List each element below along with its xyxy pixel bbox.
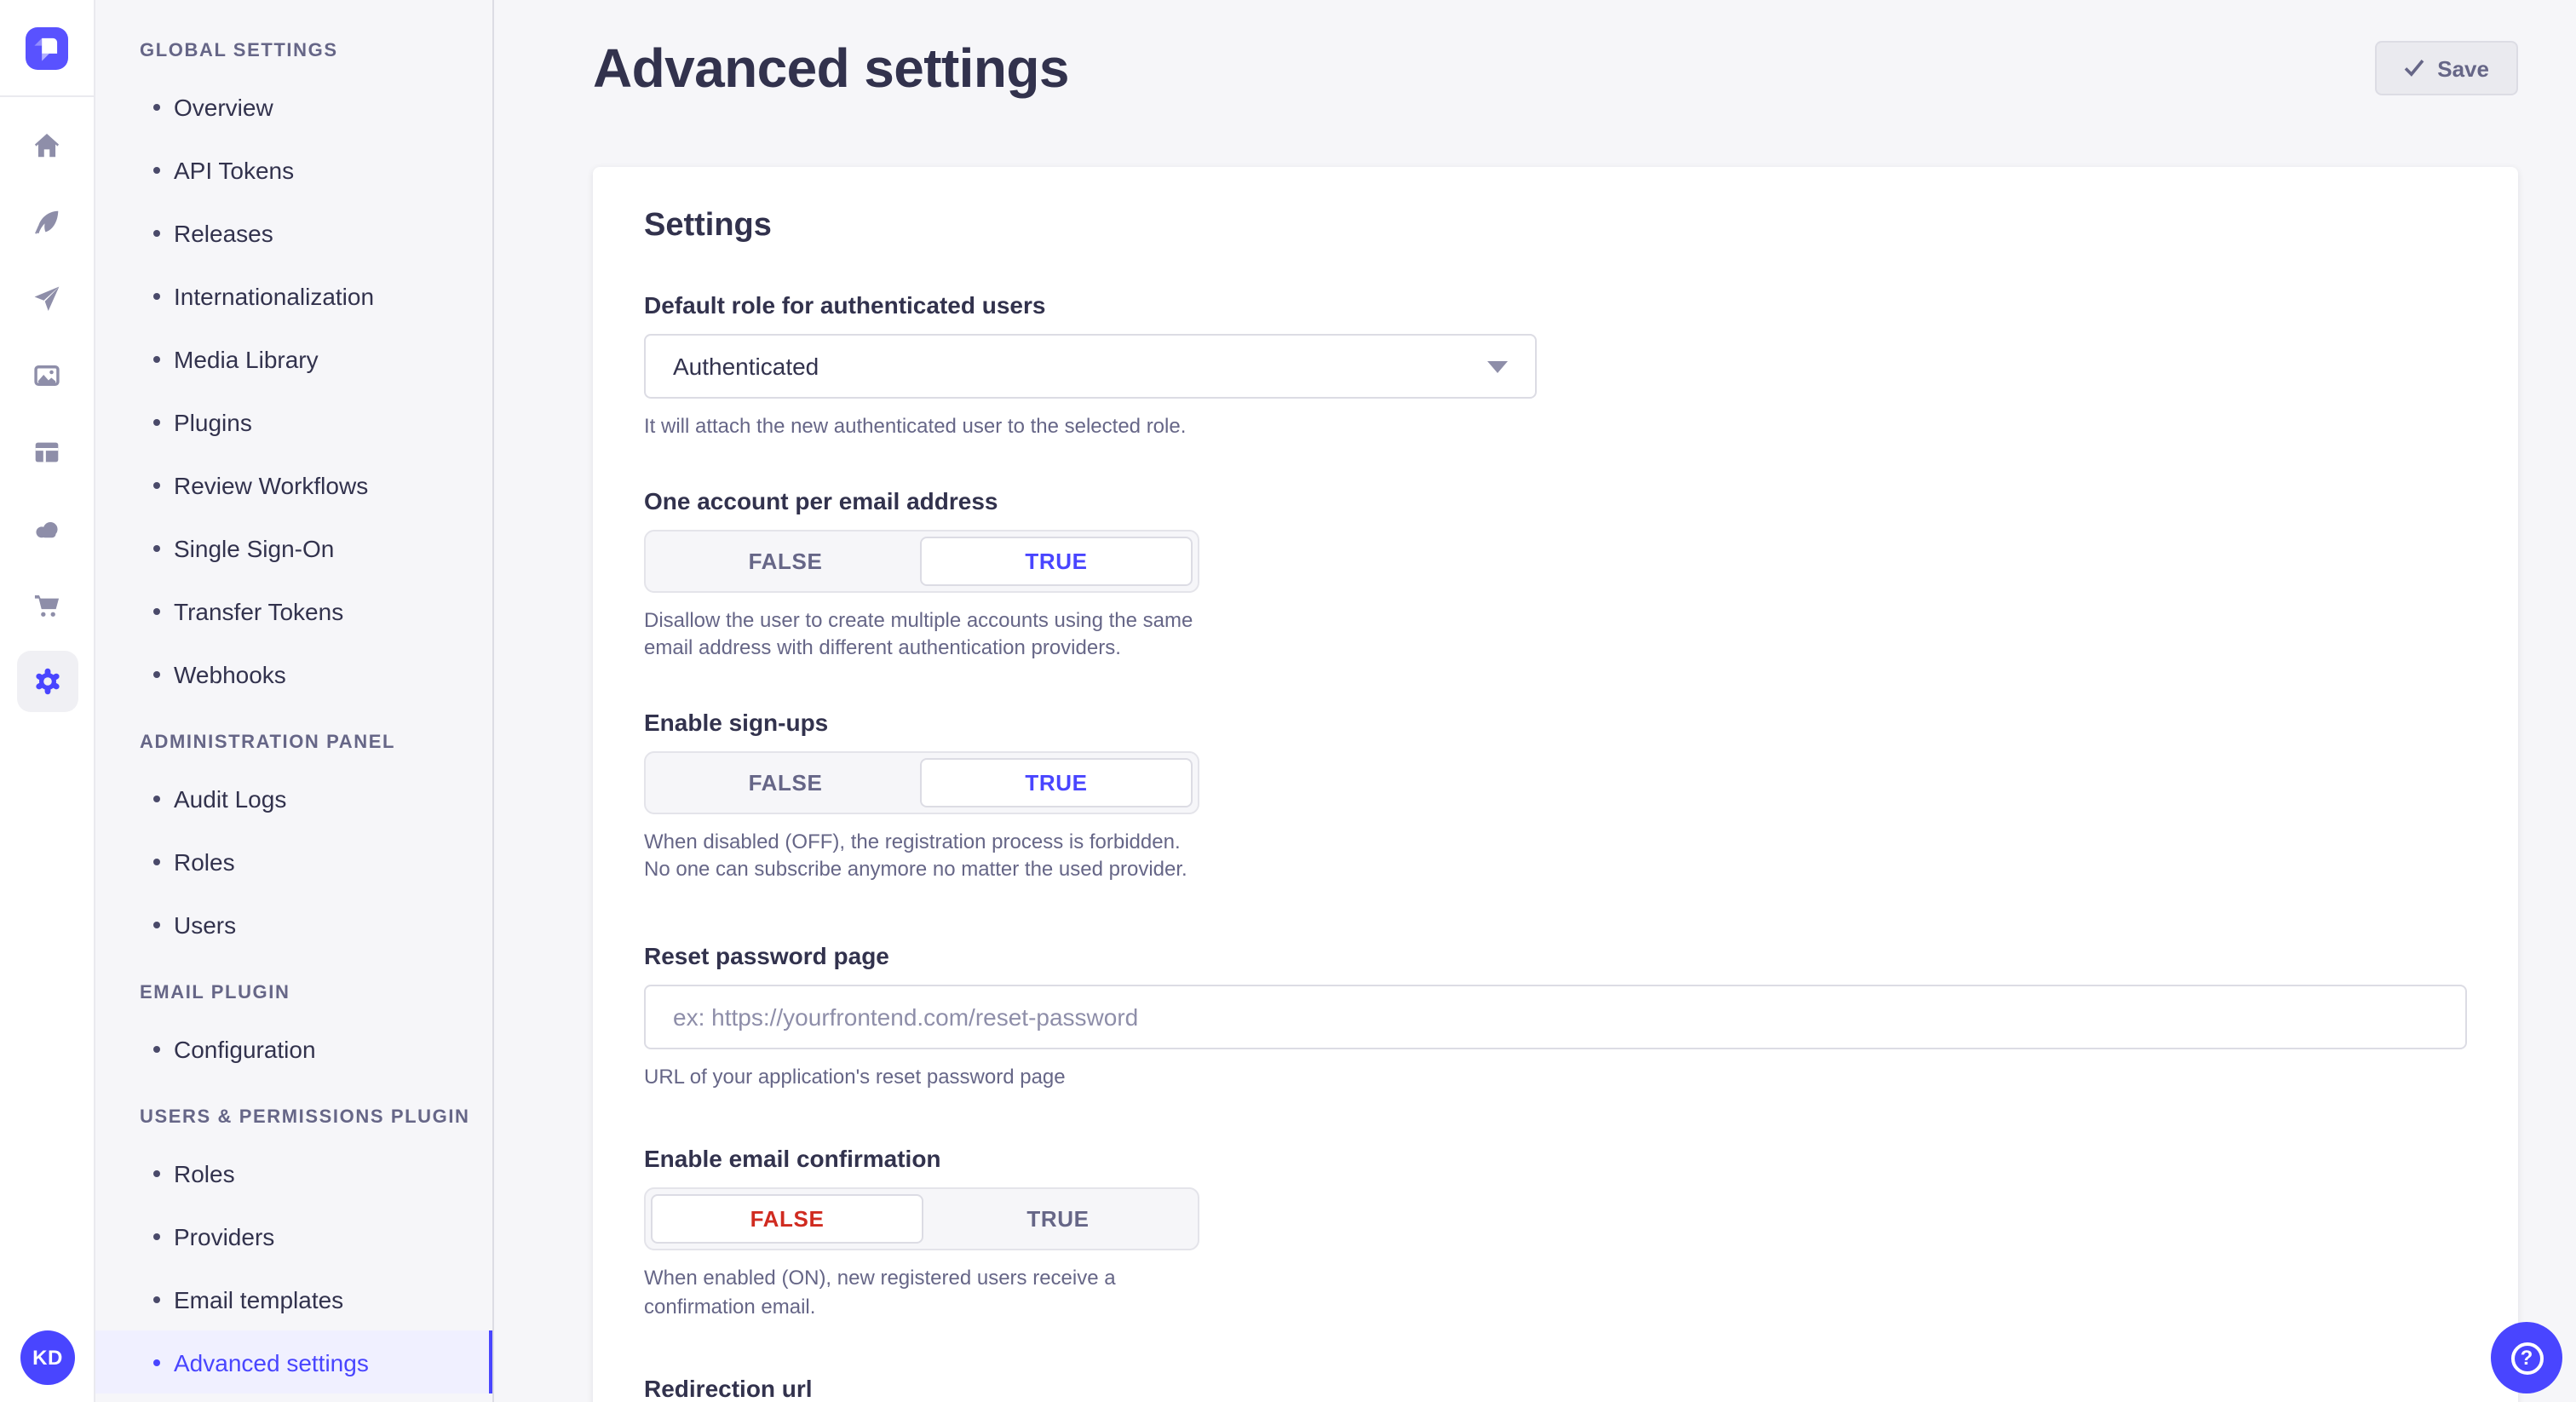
settings-page: KD GLOBAL SETTINGS Overview API Tokens R…	[0, 0, 2576, 1402]
save-button[interactable]: Save	[2374, 41, 2518, 95]
email-confirmation-toggle[interactable]: FALSE TRUE	[644, 1188, 1199, 1251]
rail-icon-list	[0, 97, 94, 712]
logo-cell	[0, 0, 94, 97]
save-button-label: Save	[2437, 55, 2489, 81]
layout-icon[interactable]	[16, 421, 78, 482]
email-confirmation-label: Enable email confirmation	[644, 1146, 2467, 1173]
enable-signups-toggle[interactable]: FALSE TRUE	[644, 750, 1199, 813]
sidebar-item-admin-roles[interactable]: Roles	[95, 830, 492, 893]
redirection-url-label: Redirection url	[644, 1376, 2467, 1402]
settings-sidebar: GLOBAL SETTINGS Overview API Tokens Rele…	[95, 0, 494, 1402]
email-confirmation-true-option[interactable]: TRUE	[923, 1195, 1193, 1244]
sidebar-item-transfer-tokens[interactable]: Transfer Tokens	[95, 579, 492, 642]
one-account-label: One account per email address	[644, 486, 2467, 514]
sidebar-item-api-tokens[interactable]: API Tokens	[95, 138, 492, 201]
enable-signups-hint: When disabled (OFF), the registration pr…	[644, 827, 1206, 883]
sidebar-item-audit-logs[interactable]: Audit Logs	[95, 767, 492, 830]
sidebar-group-users-permissions: Roles Providers Email templates Advanced…	[95, 1141, 492, 1393]
default-role-hint: It will attach the new authenticated use…	[644, 412, 2467, 440]
home-icon[interactable]	[16, 114, 78, 175]
icon-rail: KD	[0, 0, 95, 1402]
chevron-down-icon	[1487, 360, 1508, 372]
cloud-icon[interactable]	[16, 497, 78, 559]
gear-icon[interactable]	[16, 651, 78, 712]
default-role-value: Authenticated	[673, 353, 819, 380]
sidebar-section-global-settings: GLOBAL SETTINGS	[95, 14, 492, 75]
sidebar-item-up-roles[interactable]: Roles	[95, 1141, 492, 1204]
sidebar-item-overview[interactable]: Overview	[95, 75, 492, 138]
reset-password-label: Reset password page	[644, 941, 2467, 968]
field-default-role: Default role for authenticated users Aut…	[644, 291, 2467, 440]
sidebar-item-configuration[interactable]: Configuration	[95, 1017, 492, 1080]
check-icon	[2403, 58, 2424, 78]
reset-password-hint: URL of your application's reset password…	[644, 1062, 2467, 1090]
cart-icon[interactable]	[16, 574, 78, 635]
sidebar-item-email-templates[interactable]: Email templates	[95, 1267, 492, 1330]
page-header: Advanced settings Save	[593, 0, 2518, 102]
sidebar-group-email: Configuration	[95, 1017, 492, 1080]
feather-icon[interactable]	[16, 191, 78, 252]
sidebar-item-review-workflows[interactable]: Review Workflows	[95, 453, 492, 516]
page-title: Advanced settings	[593, 37, 1069, 100]
sidebar-item-providers[interactable]: Providers	[95, 1204, 492, 1267]
one-account-hint: Disallow the user to create multiple acc…	[644, 606, 1206, 662]
sidebar-section-administration-panel: ADMINISTRATION PANEL	[95, 705, 492, 767]
sidebar-group-admin: Audit Logs Roles Users	[95, 767, 492, 956]
sidebar-item-releases[interactable]: Releases	[95, 201, 492, 264]
main-content: Advanced settings Save Settings Default …	[494, 0, 2576, 1402]
enable-signups-label: Enable sign-ups	[644, 708, 2467, 735]
help-button[interactable]: ?	[2491, 1322, 2562, 1393]
media-pictures-icon[interactable]	[16, 344, 78, 405]
one-account-true-option[interactable]: TRUE	[920, 536, 1193, 585]
sidebar-item-media-library[interactable]: Media Library	[95, 327, 492, 390]
sidebar-group-global: Overview API Tokens Releases Internation…	[95, 75, 492, 705]
field-email-confirmation: Enable email confirmation FALSE TRUE Whe…	[644, 1146, 2467, 1321]
sidebar-item-webhooks[interactable]: Webhooks	[95, 642, 492, 705]
sidebar-item-advanced-settings[interactable]: Advanced settings	[95, 1330, 492, 1393]
sidebar-item-single-sign-on[interactable]: Single Sign-On	[95, 516, 492, 579]
settings-card: Settings Default role for authenticated …	[593, 167, 2518, 1402]
sidebar-section-users-permissions-plugin: USERS & PERMISSIONS PLUGIN	[95, 1080, 492, 1141]
paper-plane-icon[interactable]	[16, 267, 78, 329]
user-avatar[interactable]: KD	[20, 1330, 75, 1385]
email-confirmation-hint: When enabled (ON), new registered users …	[644, 1265, 1206, 1321]
sidebar-item-internationalization[interactable]: Internationalization	[95, 264, 492, 327]
field-one-account: One account per email address FALSE TRUE…	[644, 486, 2467, 662]
one-account-toggle[interactable]: FALSE TRUE	[644, 529, 1199, 592]
field-reset-password: Reset password page URL of your applicat…	[644, 941, 2467, 1090]
reset-password-input[interactable]	[644, 984, 2467, 1049]
enable-signups-true-option[interactable]: TRUE	[920, 757, 1193, 807]
email-confirmation-false-option[interactable]: FALSE	[651, 1195, 923, 1244]
default-role-label: Default role for authenticated users	[644, 291, 2467, 319]
question-mark-icon: ?	[2510, 1342, 2543, 1374]
sidebar-item-plugins[interactable]: Plugins	[95, 390, 492, 453]
field-redirection-url: Redirection url	[644, 1376, 2467, 1402]
sidebar-item-users[interactable]: Users	[95, 893, 492, 956]
strapi-logo-icon[interactable]	[26, 26, 68, 69]
default-role-select[interactable]: Authenticated	[644, 334, 1537, 399]
settings-section-title: Settings	[644, 208, 2467, 245]
enable-signups-false-option[interactable]: FALSE	[651, 757, 920, 807]
sidebar-section-email-plugin: EMAIL PLUGIN	[95, 956, 492, 1017]
field-enable-signups: Enable sign-ups FALSE TRUE When disabled…	[644, 708, 2467, 883]
one-account-false-option[interactable]: FALSE	[651, 536, 920, 585]
